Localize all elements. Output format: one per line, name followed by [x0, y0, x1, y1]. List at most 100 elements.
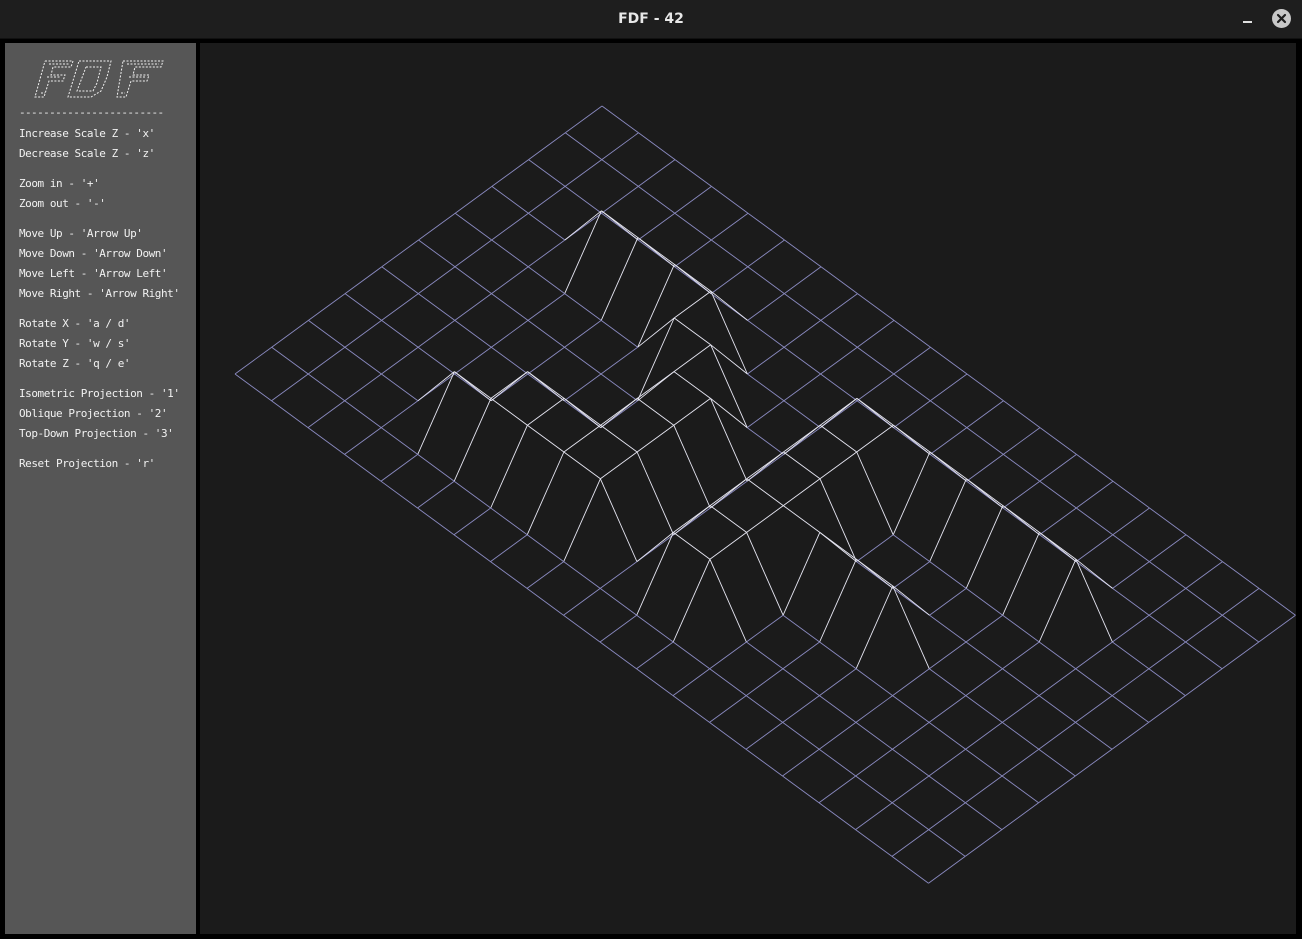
- title-bar[interactable]: FDF - 42: [0, 0, 1302, 39]
- wire-edge: [1002, 722, 1040, 750]
- wire-edge: [1185, 668, 1223, 696]
- wire-edge: [564, 373, 602, 402]
- wire-edge: [673, 344, 711, 372]
- wire-edge: [638, 159, 676, 187]
- wire-edge: [747, 346, 785, 375]
- wire-edge: [856, 451, 894, 535]
- wire-edge: [636, 532, 674, 562]
- wire-edge: [1148, 668, 1186, 696]
- wire-edge: [891, 775, 930, 804]
- wire-edge: [746, 451, 784, 480]
- wire-edge: [965, 695, 1003, 723]
- minimize-button[interactable]: [1238, 9, 1258, 29]
- wire-edge: [965, 748, 1003, 777]
- wire-edge: [381, 266, 419, 294]
- help-reset-projection: Reset Projection - 'r': [19, 457, 155, 470]
- wire-edge: [1112, 614, 1150, 643]
- wire-edge: [526, 561, 564, 589]
- wire-edge: [928, 722, 966, 750]
- wire-edge: [1148, 614, 1186, 643]
- wire-edge: [891, 802, 929, 830]
- wire-edge: [928, 748, 966, 777]
- wire-edge: [453, 507, 491, 536]
- wire-edge: [928, 829, 966, 857]
- wire-edge: [1039, 454, 1077, 482]
- wire-edge: [747, 212, 785, 241]
- wire-edge: [307, 373, 345, 402]
- wire-edge: [1075, 695, 1113, 723]
- wire-edge: [783, 505, 821, 533]
- wire-edge: [674, 186, 712, 214]
- wire-edge: [1149, 507, 1187, 536]
- wire-edge: [417, 371, 455, 455]
- wire-edge: [1038, 641, 1076, 670]
- wire-edge: [672, 641, 710, 670]
- wire-edge: [783, 478, 821, 506]
- wire-edge: [892, 451, 931, 535]
- wire-edge: [1112, 641, 1150, 670]
- wire-edge: [745, 722, 783, 750]
- wire-edge: [637, 371, 675, 399]
- wire-edge: [1075, 534, 1114, 562]
- wire-edge: [892, 722, 930, 750]
- wire-edge: [344, 454, 382, 482]
- wire-edge: [1003, 454, 1041, 482]
- wire-edge: [490, 534, 528, 562]
- wireframe-canvas[interactable]: [200, 43, 1296, 934]
- wire-edge: [491, 212, 529, 241]
- wire-edge: [454, 239, 492, 268]
- wire-edge: [928, 802, 966, 830]
- help-move-down: Move Down - 'Arrow Down': [19, 247, 168, 260]
- wire-edge: [636, 614, 674, 643]
- wire-edge: [709, 695, 747, 723]
- wire-edge: [710, 291, 748, 375]
- wire-edge: [1003, 427, 1041, 455]
- wire-edge: [709, 722, 747, 750]
- wire-edge: [710, 398, 748, 428]
- wire-edge: [638, 186, 676, 214]
- wire-edge: [308, 320, 346, 348]
- wire-edge: [1149, 561, 1187, 589]
- help-move-left: Move Left - 'Arrow Left': [19, 267, 168, 280]
- wire-edge: [818, 802, 856, 830]
- wire-edge: [381, 346, 419, 375]
- wire-edge: [782, 695, 820, 723]
- wire-edge: [1075, 558, 1113, 589]
- wire-edge: [344, 346, 382, 375]
- wire-edge: [1112, 561, 1150, 589]
- wire-edge: [307, 346, 346, 375]
- wire-edge: [599, 478, 638, 562]
- wire-edge: [1002, 532, 1040, 616]
- wire-edge: [380, 454, 418, 482]
- wire-edge: [454, 186, 493, 214]
- wire-edge: [637, 317, 675, 401]
- wire-edge: [819, 641, 857, 670]
- wire-edge: [637, 398, 675, 426]
- wire-edge: [454, 266, 492, 294]
- wire-edge: [1039, 480, 1077, 509]
- wire-edge: [491, 239, 529, 268]
- wire-edge: [673, 532, 711, 560]
- wireframe-viewport[interactable]: [200, 43, 1296, 934]
- wire-edge: [527, 266, 565, 294]
- wire-edge: [564, 159, 603, 187]
- wire-edge: [855, 775, 893, 804]
- wire-edge: [491, 320, 529, 348]
- wire-edge: [1258, 614, 1296, 643]
- wire-edge: [929, 588, 967, 616]
- wire-edge: [637, 264, 675, 348]
- wire-edge: [929, 668, 967, 696]
- wire-edge: [344, 266, 383, 294]
- close-button[interactable]: [1272, 9, 1291, 28]
- help-increase-scale-z: Increase Scale Z - 'x': [19, 127, 155, 140]
- wire-edge: [1002, 641, 1040, 670]
- wire-edge: [380, 427, 418, 455]
- wire-edge: [672, 695, 710, 723]
- wire-edge: [271, 346, 309, 375]
- help-rotate-z: Rotate Z - 'q / e': [19, 357, 131, 370]
- wire-edge: [526, 588, 564, 616]
- wire-edge: [929, 451, 967, 480]
- wire-edge: [417, 454, 455, 482]
- wire-edge: [709, 559, 747, 643]
- wire-edge: [600, 373, 638, 402]
